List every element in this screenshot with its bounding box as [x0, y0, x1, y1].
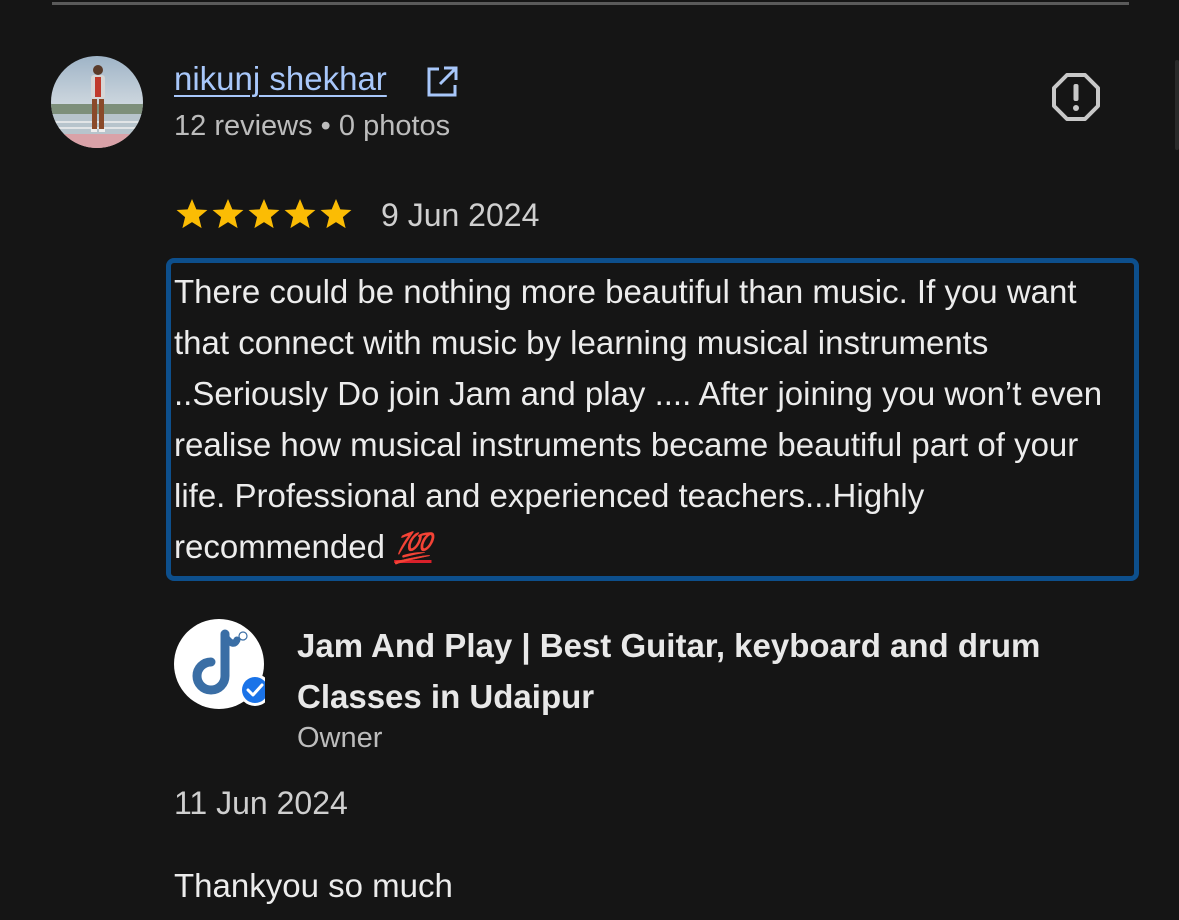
review-text: There could be nothing more beautiful th… — [174, 266, 1129, 574]
scrollbar[interactable] — [1175, 60, 1179, 150]
hundred-points-icon: 💯 — [394, 532, 432, 565]
report-icon[interactable] — [1051, 72, 1101, 122]
star-rating — [174, 196, 354, 232]
owner-role: Owner — [297, 722, 383, 754]
owner-business-name: Jam And Play | Best Guitar, keyboard and… — [297, 627, 1041, 715]
reviewer-meta: 12 reviews • 0 photos — [174, 110, 451, 142]
star-icon — [176, 199, 208, 229]
star-icon — [248, 199, 280, 229]
avatar-image — [51, 56, 143, 148]
review-date: 9 Jun 2024 — [381, 197, 540, 233]
owner-response-date: 11 Jun 2024 — [174, 785, 348, 821]
top-divider — [52, 2, 1129, 5]
owner-logo — [174, 619, 265, 709]
review-body: There could be nothing more beautiful th… — [174, 273, 1103, 565]
reviewer-avatar[interactable] — [51, 56, 143, 148]
external-link-icon[interactable] — [424, 64, 460, 100]
star-icon — [212, 199, 244, 229]
owner-reply-text: Thankyou so much — [174, 867, 453, 904]
star-icon — [284, 199, 316, 229]
reviewer-name-link[interactable]: nikunj shekhar — [174, 60, 387, 98]
star-icon — [320, 199, 352, 229]
